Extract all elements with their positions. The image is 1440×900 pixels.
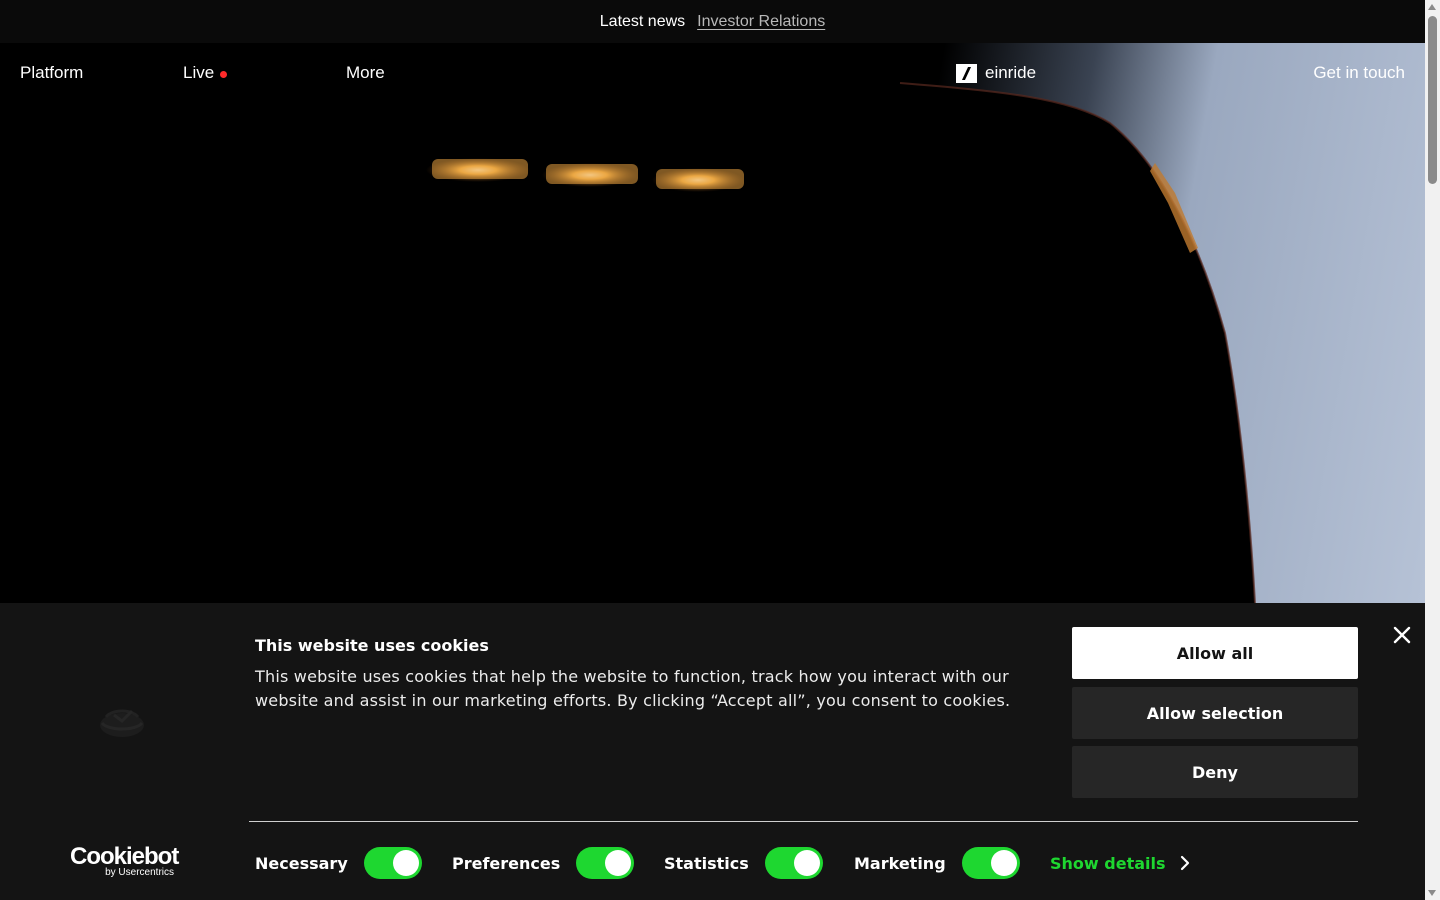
nav-live-label: Live [183, 63, 215, 82]
scrollbar-thumb[interactable] [1428, 16, 1437, 184]
switch-knob [793, 850, 820, 876]
logo-text: einride [985, 63, 1037, 82]
toggle-label: Marketing [854, 853, 946, 873]
deny-button[interactable]: Deny [1072, 746, 1358, 798]
switch-knob [990, 850, 1017, 876]
cookie-title: This website uses cookies [255, 636, 489, 655]
einride-logo-icon [956, 63, 977, 83]
allow-all-button[interactable]: Allow all [1072, 627, 1358, 679]
main-navigation: Platform Live More einride Get in touch [0, 43, 1425, 101]
live-indicator-icon [220, 70, 228, 78]
toggle-statistics: Statistics [664, 846, 823, 880]
cookie-description: This website uses cookies that help the … [255, 667, 1011, 710]
toggle-marketing: Marketing [854, 846, 1020, 880]
close-icon[interactable] [1392, 625, 1412, 645]
cookiebot-logo[interactable]: Cookiebot by Usercentrics [70, 843, 179, 879]
einride-logo[interactable]: einride [956, 63, 1036, 83]
switch-knob [392, 850, 419, 876]
show-details-label: Show details [1050, 853, 1166, 873]
get-in-touch-link[interactable]: Get in touch [1313, 63, 1405, 83]
investor-relations-link[interactable]: Investor Relations [697, 13, 825, 31]
cookie-brand-icon [100, 709, 144, 737]
toggle-label: Statistics [664, 853, 749, 873]
nav-platform[interactable]: Platform [20, 63, 83, 83]
preferences-switch[interactable] [576, 847, 635, 879]
toggle-label: Preferences [452, 853, 561, 873]
allow-selection-button[interactable]: Allow selection [1072, 687, 1358, 739]
cookiebot-name: Cookiebot [70, 843, 179, 870]
toggle-label: Necessary [255, 853, 348, 873]
latest-news-label: Latest news [599, 12, 686, 30]
chevron-right-icon [1180, 855, 1189, 871]
scroll-up-icon[interactable] [1428, 4, 1436, 10]
nav-live[interactable]: Live [183, 63, 228, 83]
scroll-down-icon[interactable] [1428, 890, 1436, 896]
toggle-preferences: Preferences [452, 846, 635, 880]
hero-image [0, 43, 1425, 603]
necessary-switch[interactable] [363, 847, 422, 879]
toggle-necessary: Necessary [255, 846, 422, 880]
truck-silhouette [0, 43, 1256, 603]
announcement-bar: Latest news Investor Relations [0, 0, 1425, 43]
cookie-divider [249, 821, 1358, 822]
switch-knob [605, 850, 632, 876]
nav-more[interactable]: More [346, 63, 385, 83]
page-scrollbar[interactable] [1425, 0, 1440, 900]
cookie-consent-banner: This website uses cookies This website u… [0, 603, 1425, 900]
show-details-link[interactable]: Show details [1050, 848, 1190, 878]
marketing-switch[interactable] [961, 847, 1020, 879]
statistics-switch[interactable] [764, 847, 823, 879]
